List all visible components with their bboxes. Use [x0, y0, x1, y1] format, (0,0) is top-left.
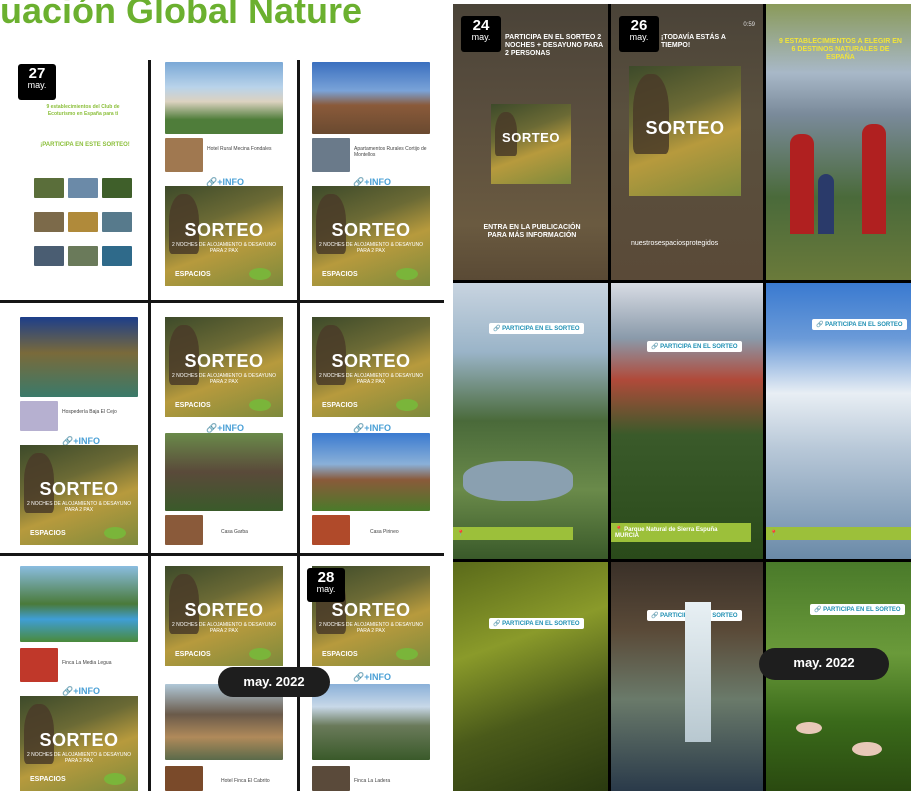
story-landscape-1[interactable]: 🔗 PARTICIPA EN EL SORTEO 📍 [453, 283, 608, 559]
thumb-photo [34, 212, 64, 232]
thumb-photo [102, 246, 132, 266]
hiker [862, 124, 886, 234]
room-photo [165, 766, 203, 791]
link-icon: 🔗 [353, 672, 365, 682]
house-photo [312, 433, 430, 511]
post-cortijo[interactable]: Apartamentos Rurales Cortijo de Montello… [300, 60, 444, 300]
post-intro[interactable]: 27 may. 9 establecimientos del Club de Ec… [0, 60, 148, 300]
page-title: uación Global Nature [0, 0, 363, 31]
post-hospederia[interactable]: Hospedería Baja El Cejo 🔗+INFO SORTEO 2 N… [0, 303, 148, 553]
caption: Hotel Finca El Cabrito [221, 778, 270, 784]
pool-photo [20, 317, 138, 397]
story-24[interactable]: 24 may. PARTICIPA EN EL SORTEO 2 NOCHES +… [453, 4, 608, 280]
caption: Casa Pirineo [370, 529, 399, 535]
participa-label: 🔗 PARTICIPA EN EL SORTEO [812, 319, 907, 330]
caption: Hospedería Baja El Cejo [62, 409, 117, 415]
story-headline: ¡TODAVÍA ESTÁS A TIEMPO! [661, 34, 726, 49]
post-casa-garba[interactable]: SORTEO 2 NOCHES DE ALOJAMIENTO & DESAYUNO… [151, 303, 297, 553]
link-icon: 🔗 [493, 326, 503, 332]
sorteo-banner: SORTEO 2 NOCHES DE ALOJAMIENTO & DESAYUNO… [165, 317, 283, 417]
intro-text: 9 establecimientos del Club de Ecoturism… [46, 104, 120, 117]
room-photo [312, 515, 350, 545]
sorteo-banner: SORTEO 2 NOCHES DE ALOJAMIENTO & DESAYUNO… [312, 317, 430, 417]
story-sierra-espuna[interactable]: 🔗 PARTICIPA EN EL SORTEO 📍 Parque Natura… [611, 283, 763, 559]
room-photo [20, 648, 58, 682]
story-destinos[interactable]: 9 ESTABLECIMIENTOS A ELEGIR EN 6 DESTINO… [766, 4, 911, 280]
month-pill: may. 2022 [759, 648, 889, 680]
hiker [790, 134, 814, 234]
link-icon: 🔗 [651, 613, 661, 619]
caption: Casa Garba [221, 529, 248, 535]
story-timer: 0:59 [743, 22, 755, 28]
participa-label: 🔗 PARTICIPA EN EL SORTEO [810, 604, 905, 615]
post-finca-media-legua[interactable]: Finca La Media Legua 🔗+INFO SORTEO 2 NOCH… [0, 556, 148, 791]
participa-label: 🔗 PARTICIPA EN EL SORTEO [647, 341, 742, 352]
location-label: 📍 Parque Natural de Sierra Espuña MURCIA [611, 523, 751, 542]
sorteo-thumb: SORTEO [629, 66, 741, 196]
link-icon: 🔗 [651, 344, 661, 350]
intro-cta: ¡PARTICIPA EN ESTE SORTEO! [40, 142, 130, 148]
caption: Finca La Ladera [354, 778, 391, 784]
room-photo [312, 766, 350, 791]
link-icon: 🔗 [493, 621, 503, 627]
story-waterfall[interactable]: 🔗 PARTICIPA EN EL SORTEO [611, 562, 763, 791]
sorteo-banner: SORTEO 2 NOCHES DE ALOJAMIENTO & DESAYUNO… [312, 186, 430, 286]
date-badge: 27 may. [18, 64, 56, 100]
stone-house-photo [165, 433, 283, 511]
link-icon: 🔗 [62, 686, 74, 696]
thumb-photo [102, 178, 132, 198]
sorteo-banner: SORTEO 2 NOCHES DE ALOJAMIENTO & DESAYUNO… [20, 445, 138, 545]
waterfall [685, 602, 711, 742]
thumb-photo [68, 212, 98, 232]
thumb-photo [34, 178, 64, 198]
caption: Apartamentos Rurales Cortijo de Montello… [354, 146, 427, 158]
sorteo-thumb: SORTEO [491, 104, 571, 184]
hiker [818, 174, 834, 234]
story-26[interactable]: 26 may. ¡TODAVÍA ESTÁS A TIEMPO! 0:59 SOR… [611, 4, 763, 280]
thumb-photo [102, 212, 132, 232]
instagram-grid-right: 24 may. PARTICIPA EN EL SORTEO 2 NOCHES +… [453, 4, 911, 791]
room-photo [165, 138, 203, 172]
house-photo [312, 62, 430, 134]
caption: Hotel Rural Mecina Fondales [207, 146, 272, 152]
room-photo [20, 401, 58, 431]
caption: Finca La Media Legua [62, 660, 112, 666]
link-icon: 🔗 [816, 322, 826, 328]
sorteo-banner: SORTEO 2 NOCHES DE ALOJAMIENTO & DESAYUNO… [20, 696, 138, 791]
thumb-photo [34, 246, 64, 266]
story-headline: PARTICIPA EN EL SORTEO 2 NOCHES + DESAYU… [505, 34, 603, 57]
link-icon: 🔗 [353, 423, 365, 433]
room-photo [312, 138, 350, 172]
date-badge: 26 may. [619, 16, 659, 52]
room-photo [165, 515, 203, 545]
date-badge: 24 may. [461, 16, 501, 52]
story-headline: 9 ESTABLECIMIENTOS A ELEGIR EN 6 DESTINO… [779, 38, 902, 61]
location-label: 📍 [453, 527, 573, 540]
story-forest[interactable]: 🔗 PARTICIPA EN EL SORTEO [453, 562, 608, 791]
participa-label: 🔗 PARTICIPA EN EL SORTEO [489, 323, 584, 334]
month-pill: may. 2022 [218, 667, 330, 697]
mushroom [852, 742, 882, 756]
story-mountains[interactable]: 🔗 PARTICIPA EN EL SORTEO 📍 [766, 283, 911, 559]
thumb-photo [68, 246, 98, 266]
landscape-photo [312, 684, 430, 760]
mushroom [796, 722, 822, 734]
post-mecina[interactable]: Hotel Rural Mecina Fondales 🔗+INFO SORTE… [151, 60, 297, 300]
location-label: 📍 [766, 527, 911, 540]
date-badge: 28 may. [307, 568, 345, 602]
info-link[interactable]: 🔗+INFO [353, 672, 391, 683]
hotel-photo [165, 62, 283, 134]
participa-label: 🔗 PARTICIPA EN EL SORTEO [489, 618, 584, 629]
pool-photo [20, 566, 138, 642]
link-icon: 🔗 [206, 423, 218, 433]
story-footer: ENTRA EN LA PUBLICACIÓN PARA MÁS INFORMA… [483, 224, 581, 239]
post-casa-pirineo[interactable]: SORTEO 2 NOCHES DE ALOJAMIENTO & DESAYUNO… [300, 303, 444, 553]
link-icon: 🔗 [814, 607, 824, 613]
thumb-photo [68, 178, 98, 198]
story-footer: nuestrosespaciosprotegidos [631, 240, 719, 247]
sorteo-banner: SORTEO 2 NOCHES DE ALOJAMIENTO & DESAYUNO… [165, 186, 283, 286]
instagram-grid-left: 27 may. 9 establecimientos del Club de Ec… [0, 60, 444, 791]
sorteo-banner: SORTEO 2 NOCHES DE ALOJAMIENTO & DESAYUNO… [165, 566, 283, 666]
lake [463, 461, 573, 501]
